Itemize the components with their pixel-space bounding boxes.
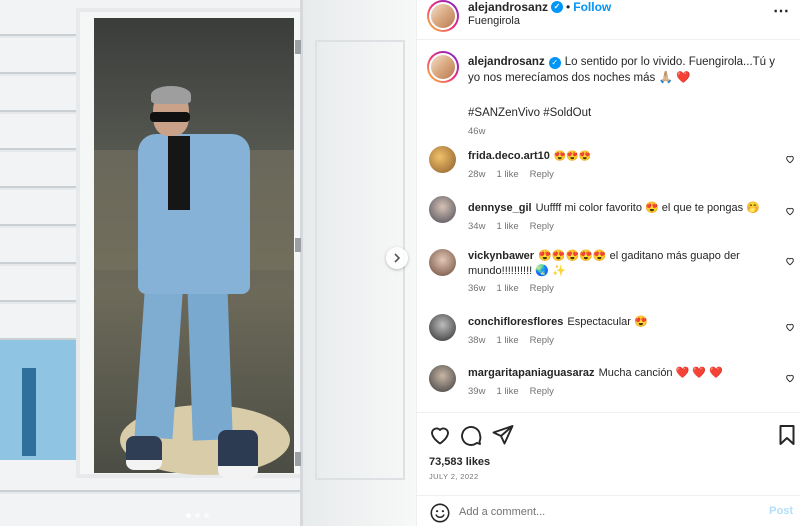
verified-badge-icon: ✓ — [548, 57, 561, 69]
comment-likes[interactable]: 1 like — [496, 169, 518, 180]
comment-meta: 34w 1 like Reply — [468, 221, 554, 232]
comment-text: Uuffff mi color favorito 😍 el que te pon… — [535, 202, 760, 214]
figure-jacket — [138, 134, 250, 294]
comment-time[interactable]: 34w — [468, 221, 485, 232]
comment-time[interactable]: 36w — [468, 283, 485, 294]
comment-body: margaritapaniaguasaraz Mucha canción ❤️ ❤… — [468, 366, 768, 381]
header-separator: • — [566, 0, 571, 14]
post-comment-button[interactable]: Post — [769, 505, 793, 517]
comment-time[interactable]: 28w — [468, 169, 485, 180]
comment-text: 😍😍😍 — [553, 151, 592, 162]
post-side-panel: alejandrosanz ✓ • Follow Fuengirola ⋯ al… — [416, 0, 800, 526]
comment-body: vickynbawer 😍😍😍😍😍 el gaditano más guapo d… — [468, 249, 758, 279]
comment-time[interactable]: 39w — [468, 386, 485, 397]
comment-text: Espectacular 😍 — [567, 316, 648, 328]
heart-icon[interactable] — [785, 256, 795, 266]
carousel-dot — [195, 513, 200, 518]
comment-username[interactable]: margaritapaniaguasaraz — [468, 367, 595, 379]
commenter-avatar[interactable] — [429, 314, 456, 341]
comment-body: conchifloresflores Espectacular 😍 — [468, 315, 768, 330]
author-avatar[interactable] — [427, 0, 459, 32]
likes-count[interactable]: 73,583 likes — [429, 456, 490, 468]
comment-username[interactable]: frida.deco.art10 — [468, 150, 550, 162]
caption-body: alejandrosanz ✓ Lo sentido por lo vivido. … — [468, 54, 778, 86]
comment-meta: 39w 1 like Reply — [468, 386, 554, 397]
post-location[interactable]: Fuengirola — [468, 15, 520, 27]
reply-button[interactable]: Reply — [530, 169, 554, 180]
carousel-dot — [204, 513, 209, 518]
heart-icon[interactable] — [785, 154, 795, 164]
door-hinge — [295, 452, 301, 466]
blue-stripe — [22, 368, 36, 456]
post-header: alejandrosanz ✓ • Follow Fuengirola ⋯ — [417, 0, 800, 40]
reply-button[interactable]: Reply — [530, 221, 554, 232]
heart-icon[interactable] — [785, 373, 795, 383]
paper-plane-icon[interactable] — [491, 423, 515, 447]
comment-likes[interactable]: 1 like — [496, 283, 518, 294]
comment-body: dennyse_gil Uuffff mi color favorito 😍 el… — [468, 201, 768, 216]
comment-username[interactable]: dennyse_gil — [468, 202, 532, 214]
author-line: alejandrosanz ✓ • Follow — [468, 0, 611, 14]
figure-shoe-left — [126, 436, 162, 470]
comment-text: Mucha canción ❤️ ❤️ ❤️ — [598, 367, 723, 379]
commenter-avatar[interactable] — [429, 146, 456, 173]
heart-icon[interactable] — [428, 423, 452, 447]
caption-time[interactable]: 46w — [468, 126, 485, 137]
caption-meta: 46w — [468, 126, 485, 137]
comment-username[interactable]: conchifloresflores — [468, 316, 563, 328]
figure-leg-right — [187, 279, 233, 441]
comment-likes[interactable]: 1 like — [496, 386, 518, 397]
blue-panel — [0, 340, 80, 460]
comment-body: frida.deco.art10 😍😍😍 — [468, 149, 768, 164]
commenter-avatar[interactable] — [429, 365, 456, 392]
caption-hashtags[interactable]: #SANZenVivo #SoldOut — [468, 106, 768, 121]
chevron-right-icon — [394, 253, 401, 263]
comment-time[interactable]: 38w — [468, 335, 485, 346]
comment-username[interactable]: vickynbawer — [468, 250, 534, 262]
heart-icon[interactable] — [785, 322, 795, 332]
author-username[interactable]: alejandrosanz — [468, 0, 548, 14]
reply-button[interactable]: Reply — [530, 386, 554, 397]
post-media[interactable] — [0, 0, 416, 526]
more-options-icon[interactable]: ⋯ — [773, 1, 789, 21]
comment-likes[interactable]: 1 like — [496, 335, 518, 346]
comments-list[interactable]: alejandrosanz ✓ Lo sentido por lo vivido. … — [417, 41, 800, 411]
comment-meta: 36w 1 like Reply — [468, 283, 554, 294]
commenter-avatar[interactable] — [429, 249, 456, 276]
verified-badge-icon: ✓ — [551, 1, 564, 13]
post-actions: 73,583 likes JULY 2, 2022 Post — [417, 412, 800, 526]
figure-hair — [151, 86, 191, 104]
figure-shoe-right — [218, 430, 258, 478]
smiley-icon[interactable] — [429, 502, 451, 524]
door-hinge — [295, 238, 301, 252]
figure-sunglasses — [150, 112, 190, 122]
follow-button[interactable]: Follow — [573, 0, 611, 14]
post-date: JULY 2, 2022 — [429, 472, 479, 481]
caption-avatar[interactable] — [427, 51, 459, 83]
comment-bubble-icon[interactable] — [459, 423, 483, 447]
comment-input[interactable] — [459, 503, 749, 521]
caption-username[interactable]: alejandrosanz — [468, 56, 545, 68]
bookmark-icon[interactable] — [775, 423, 799, 447]
heart-icon[interactable] — [785, 206, 795, 216]
reply-button[interactable]: Reply — [530, 335, 554, 346]
carousel-dots — [186, 513, 209, 518]
comment-meta: 28w 1 like Reply — [468, 169, 554, 180]
carousel-dot — [186, 513, 191, 518]
reply-button[interactable]: Reply — [530, 283, 554, 294]
comment-likes[interactable]: 1 like — [496, 221, 518, 232]
comment-meta: 38w 1 like Reply — [468, 335, 554, 346]
add-comment-bar: Post — [417, 495, 800, 526]
door-hinge — [295, 40, 301, 54]
carousel-next-button[interactable] — [386, 247, 408, 269]
commenter-avatar[interactable] — [429, 196, 456, 223]
figure-shirt — [168, 136, 190, 210]
